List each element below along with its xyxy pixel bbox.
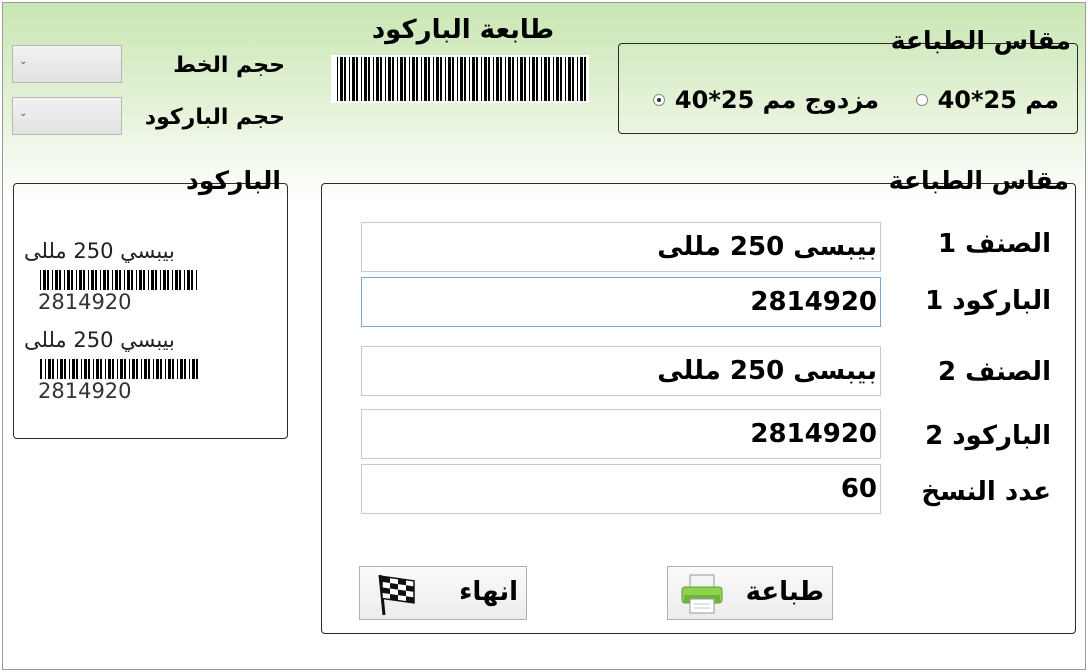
exit-button[interactable]: انهاء [359,566,527,620]
chevron-down-icon: ⌄ [19,56,28,67]
preview-item-number: 2814920 [38,379,132,403]
font-size-select[interactable]: ⌄ [12,45,122,83]
radio-button-selected[interactable] [652,94,665,106]
exit-button-label: انهاء [459,577,518,607]
preview-barcode-icon [40,359,198,379]
preview-item-name: بيبسي 250 مللى [24,239,175,263]
radio-40x25-single[interactable]: مم 25*40 [915,86,1059,114]
checkered-flag-icon [372,571,418,621]
printer-icon [680,573,724,619]
main-window: طابعة الباركود حجم الخط ⌄ حجم الباركود ⌄… [2,2,1086,670]
barcode-preview-area: بيبسي 250 مللى 2814920 بيبسي 250 مللى 28… [14,234,286,434]
barcode-size-select[interactable]: ⌄ [12,97,122,135]
preview-barcode-icon [40,270,197,290]
item2-label: الصنف 2 [937,357,1051,387]
print-size-group-title: مقاس الطباعة [890,26,1071,55]
item2-input[interactable]: بيبسى 250 مللى [361,346,881,396]
app-title: طابعة الباركود [371,15,555,45]
item1-label: الصنف 1 [937,229,1051,259]
copies-input[interactable]: 60 [361,464,881,514]
form-group-title: مقاس الطباعة [888,166,1069,195]
barcode2-label: الباركود 2 [925,421,1051,451]
barcode2-input[interactable]: 2814920 [361,409,881,459]
print-button[interactable]: طباعة [667,566,833,620]
barcode1-label: الباركود 1 [925,286,1051,316]
radio-label: مزدوج مم 25*40 [674,86,879,114]
copies-label: عدد النسخ [921,477,1051,507]
preview-item-name: بيبسي 250 مللى [24,328,175,352]
preview-item-number: 2814920 [38,290,132,314]
font-size-label: حجم الخط [173,53,285,78]
radio-40x25-double[interactable]: مزدوج مم 25*40 [652,86,879,114]
print-size-group: مقاس الطباعة مم 25*40 مزدوج مم 25*40 [618,26,1078,134]
barcode1-input[interactable]: 2814920 [361,277,881,327]
radio-button[interactable] [915,94,928,106]
barcode-preview-group: الباركود بيبسي 250 مللى 2814920 بيبسي 25… [13,166,288,439]
chevron-down-icon: ⌄ [19,108,28,119]
barcode-logo-icon [331,55,589,103]
item1-input[interactable]: بيبسى 250 مللى [361,222,881,272]
barcode-preview-title: الباركود [186,166,281,195]
radio-label: مم 25*40 [937,86,1059,114]
barcode-size-label: حجم الباركود [144,105,285,130]
print-button-label: طباعة [745,577,824,607]
